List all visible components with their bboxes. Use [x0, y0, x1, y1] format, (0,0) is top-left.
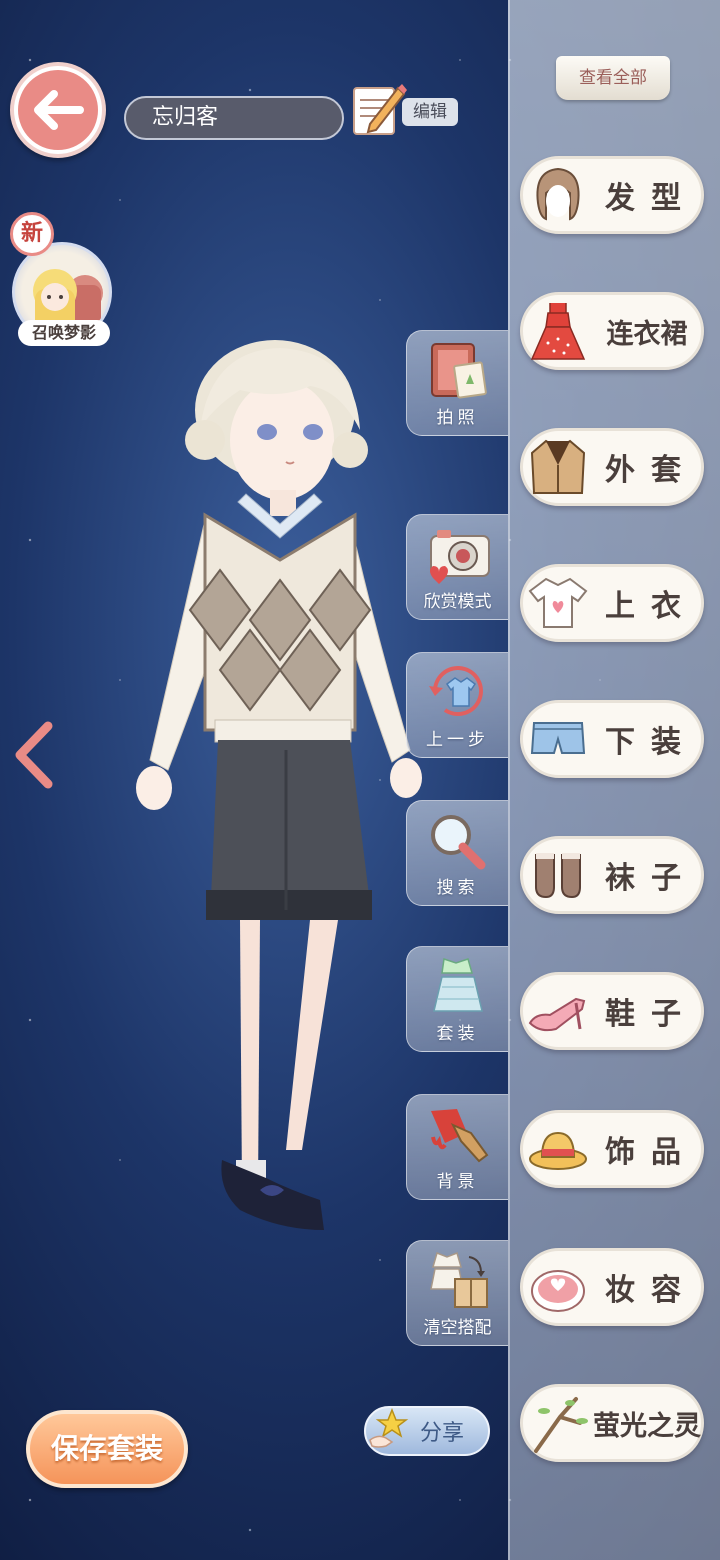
category-accessories[interactable]: 饰品 [520, 1110, 704, 1188]
share-label: 分享 [420, 1421, 465, 1446]
side-tool-search[interactable]: 搜索 [406, 800, 508, 906]
side-tool-label: 套装 [436, 1024, 479, 1044]
category-socks[interactable]: 袜子 [520, 836, 704, 914]
category-coat[interactable]: 外套 [520, 428, 704, 506]
category-label: 连衣裙 [606, 318, 688, 350]
back-arrow-icon [18, 70, 98, 150]
category-top[interactable]: 上衣 [520, 564, 704, 642]
album-icon [423, 337, 493, 403]
save-outfit-button[interactable]: 保存套装 [26, 1410, 188, 1488]
category-dress[interactable]: 连衣裙 [520, 292, 704, 370]
category-panel [508, 0, 720, 1560]
edit-label[interactable]: 编辑 [402, 98, 458, 126]
category-label: 妆容 [605, 1273, 697, 1308]
category-label: 鞋子 [605, 997, 697, 1032]
clear-box-icon [423, 1247, 493, 1313]
category-label: 外套 [605, 453, 697, 488]
new-badge: 新 [10, 212, 54, 256]
makeup-icon [523, 1252, 593, 1322]
side-tool-label: 搜索 [436, 878, 479, 898]
category-label: 发型 [605, 181, 697, 216]
paintbrush-icon [423, 1101, 493, 1167]
star-hand-icon [366, 1406, 412, 1456]
shirt-icon [523, 568, 593, 638]
category-label: 下装 [605, 725, 697, 760]
share-button[interactable]: 分享 [364, 1406, 490, 1456]
heels-icon [523, 976, 593, 1046]
category-label: 上衣 [605, 589, 697, 624]
character-name-field[interactable]: 忘归客 [124, 96, 344, 140]
outfit-icon [423, 953, 493, 1019]
category-hairstyle[interactable]: 发型 [520, 156, 704, 234]
magnifier-icon [423, 807, 493, 873]
camera-icon [423, 521, 493, 587]
category-firefly-spirit[interactable]: 萤光之灵 [520, 1384, 704, 1462]
side-tool-photo[interactable]: 拍照 [406, 330, 508, 436]
side-tool-clear-outfit[interactable]: 清空搭配 [406, 1240, 508, 1346]
side-tool-label: 背景 [436, 1172, 479, 1192]
shorts-icon [523, 704, 593, 774]
side-tool-undo[interactable]: 上一步 [406, 652, 508, 758]
edit-note-icon[interactable] [350, 80, 408, 138]
side-tool-label: 清空搭配 [423, 1318, 492, 1338]
hat-icon [523, 1114, 593, 1184]
category-makeup[interactable]: 妆容 [520, 1248, 704, 1326]
dress-icon [523, 296, 593, 366]
previous-page-arrow-icon[interactable] [12, 720, 56, 790]
branch-icon [523, 1388, 593, 1458]
side-tool-label: 拍照 [436, 408, 479, 428]
category-bottoms[interactable]: 下装 [520, 700, 704, 778]
character-figure [110, 330, 440, 1310]
side-tool-label: 欣赏模式 [423, 592, 492, 612]
summon-label: 召唤梦影 [18, 320, 110, 346]
hair-icon [523, 160, 593, 230]
back-button[interactable] [10, 62, 106, 158]
side-tool-outfit[interactable]: 套装 [406, 946, 508, 1052]
side-tool-background[interactable]: 背景 [406, 1094, 508, 1200]
category-label: 萤光之灵 [593, 1410, 701, 1442]
category-label: 饰品 [605, 1135, 697, 1170]
view-all-button[interactable]: 查看全部 [556, 56, 670, 100]
undo-icon [423, 659, 493, 725]
category-label: 袜子 [605, 861, 697, 896]
side-tool-label: 上一步 [426, 730, 489, 750]
coat-icon [523, 432, 593, 502]
side-tool-appreciate-mode[interactable]: 欣赏模式 [406, 514, 508, 620]
socks-icon [523, 840, 593, 910]
category-shoes[interactable]: 鞋子 [520, 972, 704, 1050]
summon-dream-shadow-button[interactable]: 新 召唤梦影 [8, 210, 118, 350]
